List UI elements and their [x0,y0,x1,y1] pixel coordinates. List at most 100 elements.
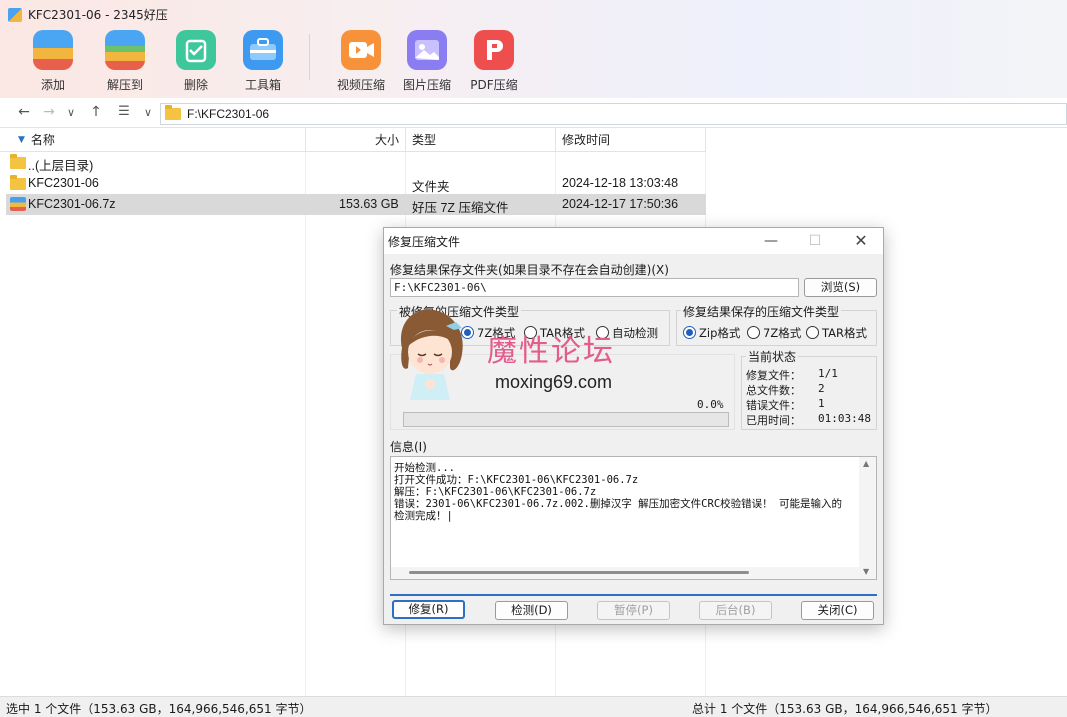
file-modified: 2024-12-17 17:50:36 [562,197,679,211]
navigation-bar: ← → ∨ ↑ ☰ ∨ F:\KFC2301-06 [0,100,1067,128]
column-header-type[interactable]: 类型 [406,128,556,152]
address-text: F:\KFC2301-06 [187,107,270,121]
info-label: 信息(I) [390,440,427,454]
column-type-label: 类型 [412,133,437,147]
current-state-group: 当前状态 修复文件： 1/1 总文件数： 2 错误文件： 1 已用时间： 01:… [741,348,877,430]
background-button[interactable]: 后台(B) [699,601,772,620]
tools-button[interactable]: 工具箱 [233,30,293,93]
view-mode-icon[interactable]: ☰ [115,104,133,119]
output-tar-label: TAR格式 [822,326,867,340]
column-header-name[interactable]: ▼ 名称 [0,128,306,152]
source-tar-label: TAR格式 [540,326,585,340]
file-size: 153.63 GB [339,197,399,211]
file-type: 好压 7Z 压缩文件 [412,201,509,215]
maximize-icon[interactable]: ☐ [805,231,825,251]
close-button[interactable]: 关闭(C) [801,601,874,620]
column-header-modified[interactable]: 修改时间 [556,128,706,152]
dialog-titlebar: 修复压缩文件 — ☐ ✕ [384,228,883,254]
minimize-icon[interactable]: — [761,231,781,251]
repair-dialog: 修复压缩文件 — ☐ ✕ 修复结果保存文件夹(如果目录不存在会自动创建)(X) … [383,227,884,625]
extract-icon [105,30,145,70]
file-name: KFC2301-06 [28,176,99,190]
source-7z-label: 7Z格式 [477,326,516,340]
file-type: 文件夹 [412,180,450,194]
log-line: 检测完成！| [394,510,453,522]
close-icon[interactable]: ✕ [851,231,871,251]
source-type-group-label: 被修复的压缩文件类型 [397,303,522,320]
ribbon: KFC2301-06 - 2345好压 添加 解压到 删除 工具箱 视频压缩 图… [0,0,1067,98]
repair-file-value: 1/1 [818,367,838,380]
image-compress-label: 图片压缩 [402,78,451,92]
column-name-label: 名称 [30,133,55,147]
log-line: 错误：2301-06\KFC2301-06.7z.002.删掉汉字 解压加密文件… [394,498,842,510]
sort-arrow-icon: ▼ [18,134,25,145]
window-title: KFC2301-06 - 2345好压 [8,6,168,23]
output-7z-label: 7Z格式 [763,326,802,340]
delete-button[interactable]: 删除 [166,30,226,93]
column-divider [305,152,306,696]
add-button[interactable]: 添加 [23,30,83,93]
source-type-group: 被修复的压缩文件类型 7Z格式 TAR格式 自动检测 [390,303,670,346]
repair-file-label: 修复文件： [746,369,801,382]
pdf-compress-button[interactable]: PDF压缩 [464,30,524,93]
current-state-label: 当前状态 [746,348,799,365]
recycle-icon [176,30,216,70]
video-compress-label: 视频压缩 [336,78,385,92]
extract-button[interactable]: 解压到 [95,30,155,93]
horizontal-scrollbar[interactable] [391,567,861,579]
output-zip-radio[interactable]: Zip格式 [683,325,740,341]
dialog-title: 修复压缩文件 [388,235,461,249]
file-row-parent[interactable]: ..(上层目录) [6,152,706,173]
repair-button[interactable]: 修复(R) [392,600,465,619]
folder-icon [10,175,26,193]
save-folder-input[interactable]: F:\KFC2301-06\ [390,278,799,297]
image-compress-button[interactable]: 图片压缩 [397,30,457,93]
total-files-value: 2 [818,382,825,395]
file-row-selected[interactable]: KFC2301-06.7z 153.63 GB 好压 7Z 压缩文件 2024-… [6,194,706,215]
back-icon[interactable]: ← [15,104,33,120]
app-logo-icon [8,7,22,22]
source-auto-radio[interactable]: 自动检测 [596,325,658,341]
file-row[interactable]: KFC2301-06 文件夹 2024-12-18 13:03:48 [6,173,706,194]
output-type-group: 修复结果保存的压缩文件类型 Zip格式 7Z格式 TAR格式 [676,303,877,346]
tools-label: 工具箱 [244,78,281,92]
source-auto-label: 自动检测 [612,326,658,340]
pdf-icon [474,30,514,70]
column-header-size[interactable]: 大小 [306,128,406,152]
toolbox-icon [243,30,283,70]
vertical-scrollbar[interactable]: ▲ ▼ [859,457,876,579]
file-name: ..(上层目录) [28,159,94,173]
pause-button[interactable]: 暂停(P) [597,601,670,620]
view-dropdown-icon[interactable]: ∨ [139,106,157,119]
toolbar-divider [309,34,310,80]
scroll-down-icon[interactable]: ▼ [863,567,869,576]
save-folder-label: 修复结果保存文件夹(如果目录不存在会自动创建)(X) [390,263,669,277]
radio-icon [806,326,819,339]
scroll-up-icon[interactable]: ▲ [863,459,869,468]
file-name: KFC2301-06.7z [28,197,116,211]
pdf-compress-label: PDF压缩 [470,78,518,92]
up-icon[interactable]: ↑ [87,104,105,120]
progress-percent: 0.0% [697,398,724,411]
column-modified-label: 修改时间 [562,133,611,147]
chevron-down-icon[interactable]: ∨ [62,106,80,119]
dialog-separator [390,594,877,596]
window-title-text: KFC2301-06 - 2345好压 [28,8,168,22]
source-tar-radio[interactable]: TAR格式 [524,325,585,341]
output-type-group-label: 修复结果保存的压缩文件类型 [681,303,842,320]
address-bar[interactable]: F:\KFC2301-06 [160,103,1067,125]
scroll-thumb[interactable] [409,571,749,574]
add-icon [33,30,73,70]
video-compress-button[interactable]: 视频压缩 [331,30,391,93]
info-log[interactable]: 开始检测... 打开文件成功：F:\KFC2301-06\KFC2301-06.… [390,456,877,580]
elapsed-label: 已用时间： [746,414,801,427]
output-7z-radio[interactable]: 7Z格式 [747,325,801,341]
error-files-value: 1 [818,397,825,410]
output-tar-radio[interactable]: TAR格式 [806,325,867,341]
forward-icon[interactable]: → [40,104,58,120]
source-7z-radio[interactable]: 7Z格式 [461,325,515,341]
browse-button[interactable]: 浏览(S) [804,278,877,297]
archive-icon [10,197,26,212]
radio-icon [524,326,537,339]
check-button[interactable]: 检测(D) [495,601,568,620]
